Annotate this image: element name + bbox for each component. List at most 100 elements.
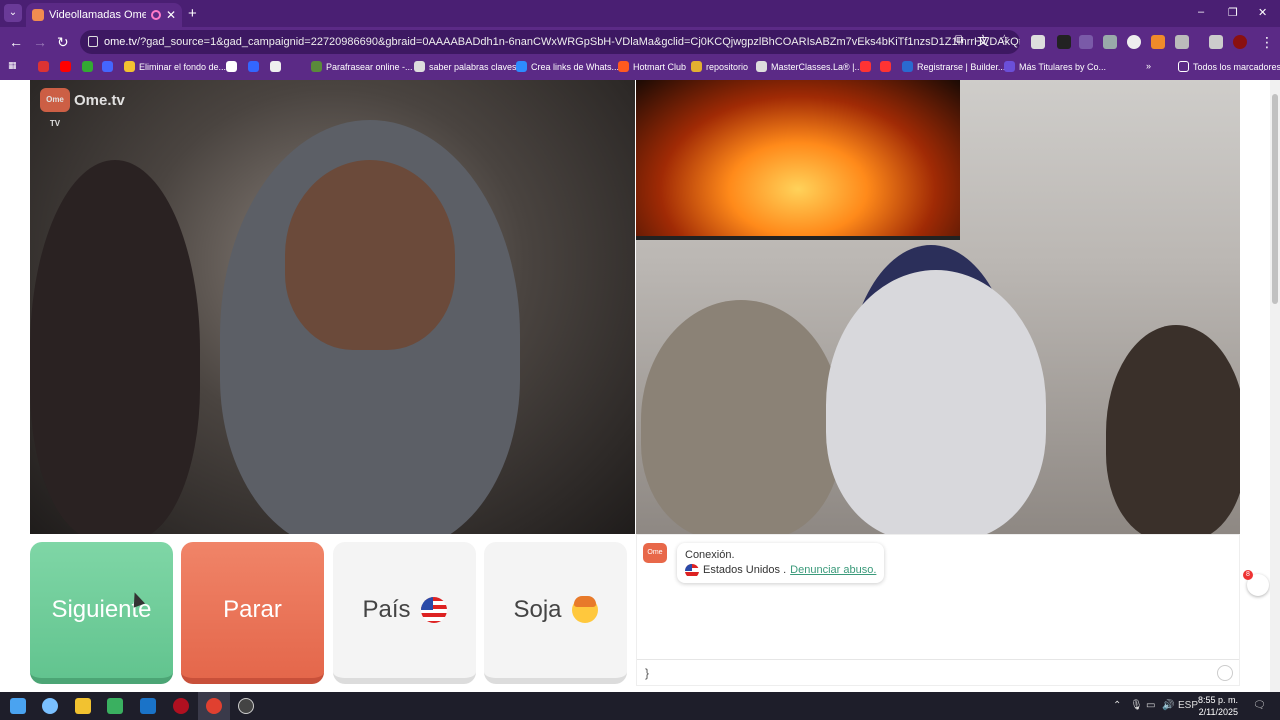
chat-ometv-icon: Ome TV <box>643 543 667 576</box>
bookmark-hotmart-club[interactable]: Hotmart Club <box>618 61 686 72</box>
bookmarks-bar: ▦ Eliminar el fondo de... Parafrasear on… <box>0 57 1280 79</box>
person-face-shape <box>285 160 455 350</box>
close-window-button[interactable]: ✕ <box>1258 6 1267 19</box>
emoji-picker-icon[interactable] <box>1217 665 1233 681</box>
recording-indicator-icon <box>150 10 161 20</box>
volume-icon[interactable]: 🔊 <box>1162 700 1174 711</box>
ometv-page: Ome TV Ome.tv Siguiente Parar País Soja … <box>0 80 1280 692</box>
site-info-icon[interactable] <box>88 36 98 47</box>
notifications-icon[interactable]: 🗨 <box>1253 700 1266 711</box>
country-filter-button[interactable]: País <box>333 542 476 684</box>
bookmark-icon-7[interactable] <box>880 61 891 72</box>
country-button-label: País <box>362 596 411 623</box>
forward-arrow-icon[interactable]: → <box>33 34 47 50</box>
active-tab[interactable]: Videollamadas OmeTV — A ✕ <box>26 3 182 27</box>
person-white-shirt-shape <box>826 270 1046 534</box>
profile-avatar[interactable] <box>1233 35 1247 49</box>
gender-button-label: Soja <box>513 596 562 623</box>
chrome-taskbar-icon[interactable] <box>206 698 222 714</box>
bookmark-star-icon[interactable]: ☆ <box>999 32 1010 46</box>
person-cap-shape <box>641 300 841 534</box>
restore-button[interactable]: ❐ <box>1228 6 1238 19</box>
apps-grid-icon[interactable]: ▦ <box>8 60 17 71</box>
youtube-icon[interactable] <box>60 61 71 72</box>
bookmark-icon-5[interactable] <box>270 61 281 72</box>
tab-close-button[interactable]: ✕ <box>166 8 176 22</box>
bookmark-repositorio[interactable]: repositorio <box>691 61 748 72</box>
app-red-icon[interactable] <box>173 698 189 714</box>
bookmark-icon-4[interactable] <box>248 61 259 72</box>
bookmark-masterclasses[interactable]: MasterClasses.La® |... <box>756 61 862 72</box>
file-explorer-icon[interactable] <box>75 698 91 714</box>
bookmark-parafrasear[interactable]: Parafrasear online -... <box>311 61 413 72</box>
translate-icon[interactable]: 文 <box>977 32 989 49</box>
bookmark-icon-2[interactable] <box>102 61 113 72</box>
minimize-button[interactable]: – <box>1198 6 1204 18</box>
reload-icon[interactable]: ↻ <box>57 34 69 51</box>
extension-circle-icon[interactable] <box>1127 35 1141 49</box>
clock-date: 2/11/2025 <box>1198 707 1238 717</box>
bookmark-eliminar-fondo[interactable]: Eliminar el fondo de... <box>124 61 226 72</box>
chat-panel: Ome TV Conexión. Estados Unidos . Denunc… <box>636 534 1240 686</box>
page-scrollbar[interactable] <box>1270 80 1280 692</box>
ometv-logo-icon: Ome TV <box>40 88 70 128</box>
more-bookmarks-chevron-icon[interactable]: » <box>1146 61 1151 71</box>
local-video-feed: Ome TV Ome.tv <box>30 80 635 534</box>
system-clock[interactable]: 8:55 p. m. 2/11/2025 <box>1198 694 1238 718</box>
maps-icon[interactable] <box>82 61 93 72</box>
url-path: /?gad_source=1&gad_campaignid=2272098669… <box>137 36 1020 48</box>
windows-taskbar: ⌃ 🎙 ▭ 🔊 ESP 8:55 p. m. 2/11/2025 🗨 <box>0 692 1280 720</box>
bookmark-links-whatsapp[interactable]: Crea links de Whats... <box>516 61 619 72</box>
ometv-logo[interactable]: Ome TV Ome.tv <box>40 88 125 128</box>
obs-icon[interactable] <box>238 698 254 714</box>
tray-chevron-icon[interactable]: ⌃ <box>1113 700 1121 711</box>
extension-orange-icon[interactable] <box>1151 35 1165 49</box>
notification-badge: 8 <box>1243 570 1253 580</box>
bookmark-icon-1[interactable] <box>38 61 49 72</box>
boy-emoji-icon <box>571 596 598 623</box>
browser-menu-icon[interactable]: ⋮ <box>1260 34 1274 51</box>
all-bookmarks-folder[interactable]: Todos los marcadores <box>1178 61 1280 72</box>
reading-list-icon[interactable] <box>1209 35 1223 49</box>
address-bar[interactable]: ome.tv/?gad_source=1&gad_campaignid=2272… <box>80 30 1020 54</box>
extension-puzzle-icon[interactable] <box>1079 35 1093 49</box>
bookmark-mas-titulares[interactable]: Más Titulares by Co... <box>1004 61 1106 72</box>
scrollbar-thumb[interactable] <box>1272 94 1278 304</box>
bookmark-builder[interactable]: Registrarse | Builder... <box>902 61 1005 72</box>
new-tab-button[interactable]: + <box>188 5 197 22</box>
floating-helper-widget[interactable]: 8 <box>1243 570 1269 596</box>
bookmark-palabras-claves[interactable]: saber palabras claves <box>414 61 517 72</box>
copilot-icon[interactable] <box>42 698 58 714</box>
url-host: ome.tv <box>104 36 138 48</box>
extension-screenshot-icon[interactable] <box>1031 35 1045 49</box>
network-icon[interactable]: ▭ <box>1146 700 1155 711</box>
extension-grid-icon[interactable] <box>1103 35 1117 49</box>
bookmark-icon-6[interactable] <box>860 61 871 72</box>
gender-filter-button[interactable]: Soja <box>484 542 627 684</box>
stop-button[interactable]: Parar <box>181 542 324 684</box>
bookmark-icon-3[interactable] <box>226 61 237 72</box>
remote-video-feed <box>636 80 1240 534</box>
browser-chrome: ⌄ Videollamadas OmeTV — A ✕ + – ❐ ✕ ← → … <box>0 0 1280 80</box>
tab-strip: ⌄ Videollamadas OmeTV — A ✕ + – ❐ ✕ <box>0 0 1280 27</box>
cast-icon[interactable]: ⧉ <box>955 32 964 47</box>
store-icon[interactable] <box>107 698 123 714</box>
chat-message-input[interactable]: } <box>637 659 1239 685</box>
tv-fireplace-image <box>636 80 960 240</box>
stop-button-label: Parar <box>223 596 282 623</box>
tab-title: Videollamadas OmeTV — A <box>49 9 146 21</box>
language-indicator[interactable]: ESP <box>1178 700 1198 711</box>
windows-start-icon[interactable] <box>10 698 26 714</box>
tab-search-button[interactable]: ⌄ <box>4 4 22 22</box>
connection-country: Estados Unidos . <box>703 564 787 576</box>
outlook-icon[interactable] <box>140 698 156 714</box>
microphone-icon[interactable]: 🎙 <box>1130 700 1143 711</box>
us-flag-icon <box>420 597 447 623</box>
extension-off-icon[interactable] <box>1057 35 1071 49</box>
clock-time: 8:55 p. m. <box>1197 695 1238 705</box>
next-button[interactable]: Siguiente <box>30 542 173 684</box>
ometv-favicon-icon <box>32 9 44 21</box>
report-abuse-link[interactable]: Denunciar abuso. <box>790 563 876 578</box>
extensions-menu-icon[interactable] <box>1175 35 1189 49</box>
back-arrow-icon[interactable]: ← <box>9 34 23 50</box>
